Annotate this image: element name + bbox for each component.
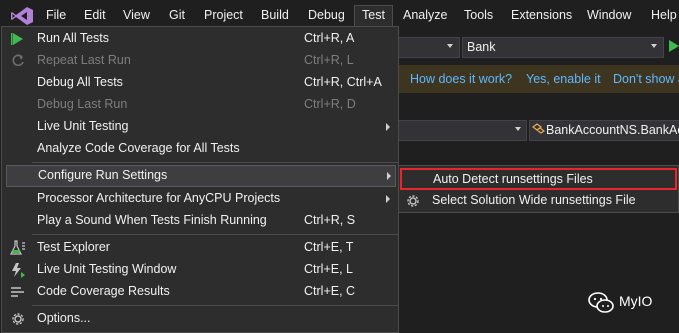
menu-help[interactable]: Help xyxy=(651,8,677,22)
code-coverage-icon xyxy=(11,287,24,297)
wechat-icon xyxy=(588,292,614,313)
nav-scope-combo[interactable] xyxy=(398,120,527,141)
menu-item-label: Debug All Tests xyxy=(37,75,123,89)
menu-item-run-all-tests[interactable]: Run All Tests Ctrl+R, A xyxy=(2,28,398,50)
menu-extensions[interactable]: Extensions xyxy=(511,8,572,22)
menu-item-shortcut: Ctrl+R, L xyxy=(304,53,354,67)
chevron-down-icon xyxy=(515,127,521,131)
class-icon xyxy=(532,123,545,134)
menu-debug[interactable]: Debug xyxy=(308,8,345,22)
menu-item-shortcut: Ctrl+E, T xyxy=(304,240,354,254)
menu-file[interactable]: File xyxy=(46,8,66,22)
banner-link-how[interactable]: How does it work? xyxy=(410,72,512,86)
menu-item-shortcut: Ctrl+E, C xyxy=(304,284,356,298)
menu-edit[interactable]: Edit xyxy=(84,8,106,22)
banner-link-dont-show[interactable]: Don't show a xyxy=(613,72,679,86)
run-all-icon xyxy=(11,33,23,45)
menu-item-analyze-code-coverage[interactable]: Analyze Code Coverage for All Tests xyxy=(2,138,398,160)
submenu-item-label: Select Solution Wide runsettings File xyxy=(432,193,636,207)
submenu-item-select-solution-runsettings[interactable]: Select Solution Wide runsettings File xyxy=(399,190,678,212)
menu-tools[interactable]: Tools xyxy=(464,8,493,22)
menu-item-options[interactable]: Options... xyxy=(2,308,398,330)
startup-project-value: Bank xyxy=(467,40,496,54)
test-menu-dropdown: Run All Tests Ctrl+R, A Repeat Last Run … xyxy=(1,26,399,333)
menu-item-label: Analyze Code Coverage for All Tests xyxy=(37,141,240,155)
configuration-combo[interactable] xyxy=(398,37,460,58)
submenu-item-auto-detect-runsettings[interactable]: Auto Detect runsettings Files xyxy=(400,168,677,190)
menu-window[interactable]: Window xyxy=(587,8,631,22)
nav-type-value: BankAccountNS.BankAcc xyxy=(546,123,679,137)
menu-item-label: Debug Last Run xyxy=(37,97,128,111)
chevron-down-icon xyxy=(651,44,657,48)
toolbar: Bank xyxy=(398,34,679,58)
chevron-right-icon xyxy=(386,123,390,131)
configure-run-settings-submenu: Auto Detect runsettings Files Select Sol… xyxy=(398,165,679,213)
info-banner: How does it work? Yes, enable it Don't s… xyxy=(398,65,679,93)
menu-item-shortcut: Ctrl+R, S xyxy=(304,213,356,227)
menu-item-label: Configure Run Settings xyxy=(38,168,168,182)
menu-item-code-coverage-results[interactable]: Code Coverage Results Ctrl+E, C xyxy=(2,281,398,303)
chevron-right-icon xyxy=(387,172,391,180)
menu-item-label: Play a Sound When Tests Finish Running xyxy=(37,213,267,227)
gear-icon xyxy=(12,313,24,325)
menu-item-label: Test Explorer xyxy=(37,240,110,254)
menu-item-test-explorer[interactable]: Test Explorer Ctrl+E, T xyxy=(2,237,398,259)
visual-studio-logo-icon[interactable] xyxy=(10,6,34,26)
menu-item-debug-last-run: Debug Last Run Ctrl+R, D xyxy=(2,94,398,116)
menu-view[interactable]: View xyxy=(123,8,150,22)
menu-item-processor-architecture[interactable]: Processor Architecture for AnyCPU Projec… xyxy=(2,188,398,210)
menu-separator xyxy=(32,162,398,163)
menu-test[interactable]: Test xyxy=(354,5,393,27)
repeat-icon xyxy=(12,54,24,67)
menu-build[interactable]: Build xyxy=(261,8,289,22)
menu-item-debug-all-tests[interactable]: Debug All Tests Ctrl+R, Ctrl+A xyxy=(2,72,398,94)
menu-item-shortcut: Ctrl+E, L xyxy=(304,262,353,276)
menu-item-label: Run All Tests xyxy=(37,31,110,45)
chevron-right-icon xyxy=(386,195,390,203)
live-unit-testing-icon xyxy=(12,263,25,278)
menu-separator xyxy=(32,234,398,235)
menu-item-shortcut: Ctrl+R, D xyxy=(304,97,356,111)
menu-item-shortcut: Ctrl+R, A xyxy=(304,31,355,45)
menu-analyze[interactable]: Analyze xyxy=(403,8,447,22)
submenu-item-label: Auto Detect runsettings Files xyxy=(433,172,593,186)
nav-type-combo[interactable]: BankAccountNS.BankAcc xyxy=(529,120,679,141)
startup-project-combo[interactable]: Bank xyxy=(462,37,664,58)
menu-item-live-unit-testing[interactable]: Live Unit Testing xyxy=(2,116,398,138)
navigation-bar: BankAccountNS.BankAcc xyxy=(398,119,679,141)
menu-item-label: Live Unit Testing xyxy=(37,119,129,133)
menu-item-label: Code Coverage Results xyxy=(37,284,170,298)
watermark: MyIO xyxy=(587,291,667,315)
banner-link-enable[interactable]: Yes, enable it xyxy=(526,72,601,86)
menu-item-label: Repeat Last Run xyxy=(37,53,131,67)
test-explorer-icon xyxy=(10,240,25,255)
menu-item-play-sound[interactable]: Play a Sound When Tests Finish Running C… xyxy=(2,210,398,232)
menu-item-label: Live Unit Testing Window xyxy=(37,262,177,276)
start-debug-icon[interactable] xyxy=(668,40,679,52)
menu-git[interactable]: Git xyxy=(169,8,185,22)
menu-item-label: Processor Architecture for AnyCPU Projec… xyxy=(37,191,281,205)
menu-item-shortcut: Ctrl+R, Ctrl+A xyxy=(304,75,382,89)
menu-item-repeat-last-run: Repeat Last Run Ctrl+R, L xyxy=(2,50,398,72)
menu-item-configure-run-settings[interactable]: Configure Run Settings xyxy=(6,165,396,187)
menu-project[interactable]: Project xyxy=(204,8,243,22)
menu-item-live-unit-testing-window[interactable]: Live Unit Testing Window Ctrl+E, L xyxy=(2,259,398,281)
menu-item-label: Options... xyxy=(37,311,91,325)
menu-separator xyxy=(32,305,398,306)
chevron-down-icon xyxy=(447,44,453,48)
gear-icon xyxy=(407,195,419,207)
watermark-text: MyIO xyxy=(619,293,653,309)
